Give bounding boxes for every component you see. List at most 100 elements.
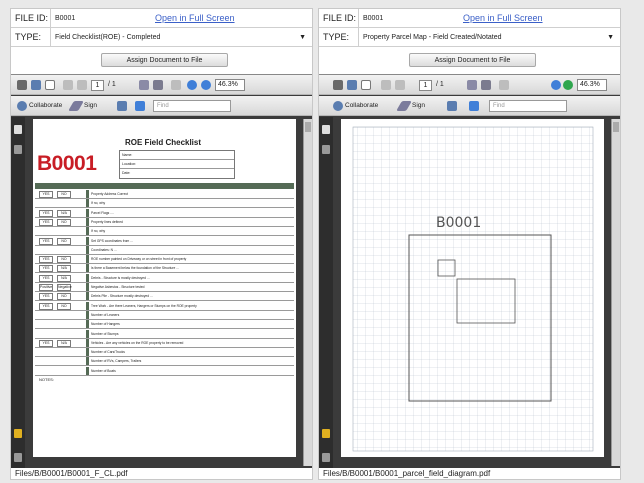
pdf-toolbar-bottom: Collaborate Sign Find xyxy=(319,96,620,116)
print-icon[interactable] xyxy=(17,80,27,90)
select-tool-icon[interactable] xyxy=(139,80,149,90)
table-row: YES NO Property lines defined xyxy=(35,217,294,227)
scrollbar-thumb[interactable] xyxy=(305,122,311,132)
page-number-input[interactable]: 1 xyxy=(91,80,104,91)
previous-page-icon[interactable] xyxy=(381,80,391,90)
fit-page-icon[interactable] xyxy=(469,101,479,111)
row-text: ROE number painted on Driveway or on str… xyxy=(91,257,187,262)
next-page-icon[interactable] xyxy=(395,80,405,90)
comments-icon[interactable] xyxy=(322,429,330,438)
no-option: N/A xyxy=(57,274,71,282)
print-icon[interactable] xyxy=(333,80,343,90)
checklist-grid-header xyxy=(35,183,294,189)
row-separator xyxy=(86,301,89,310)
marquee-zoom-icon[interactable] xyxy=(171,80,181,90)
collaborate-icon[interactable] xyxy=(17,101,27,111)
open-full-screen-link[interactable]: Open in Full Screen xyxy=(463,13,543,23)
scrollbar-thumb[interactable] xyxy=(613,122,619,132)
attachments-icon[interactable] xyxy=(14,145,22,154)
handwritten-parcel-id: B0001 xyxy=(436,215,481,231)
page-total: / 1 xyxy=(108,81,116,88)
table-row: Coordinates: N ... xyxy=(35,245,294,255)
no-option: NO xyxy=(57,218,71,226)
assign-document-button[interactable]: Assign Document to File xyxy=(101,53,228,67)
row-text: Number of RVs, Campers, Trailers xyxy=(91,359,142,364)
row-text: If no, why xyxy=(91,201,106,206)
type-row: TYPE: Field Checklist(ROE) - Completed ▼ xyxy=(11,28,312,47)
row-text: Property lines defined xyxy=(91,219,123,224)
row-text: Coordinates: N ... xyxy=(91,247,117,252)
table-row: Number of Stumps xyxy=(35,329,294,339)
checklist-title: ROE Field Checklist xyxy=(125,138,202,147)
vertical-scrollbar[interactable] xyxy=(303,119,312,466)
zoom-out-icon[interactable] xyxy=(551,80,561,90)
page-number-input[interactable]: 1 xyxy=(419,80,432,91)
row-text: Debris - Structure is mostly destroyed .… xyxy=(91,275,150,280)
save-copy-icon[interactable] xyxy=(447,101,457,111)
dropdown-caret-icon[interactable]: ▼ xyxy=(299,34,306,41)
pdf-sidebar xyxy=(11,117,25,468)
sign-pen-icon[interactable] xyxy=(396,101,412,111)
page-total: / 1 xyxy=(436,81,444,88)
collaborate-menu[interactable]: Collaborate xyxy=(29,102,62,109)
type-label: TYPE: xyxy=(319,28,359,46)
zoom-out-icon[interactable] xyxy=(187,80,197,90)
type-select[interactable]: Property Parcel Map - Field Created/Nota… xyxy=(359,28,620,46)
no-option: NO xyxy=(57,302,71,310)
row-text: Number of Boats xyxy=(91,368,116,373)
paperclip-icon[interactable] xyxy=(14,453,22,462)
marquee-zoom-icon[interactable] xyxy=(499,80,509,90)
attachments-icon[interactable] xyxy=(322,145,330,154)
sign-menu[interactable]: Sign xyxy=(412,102,425,109)
email-icon[interactable] xyxy=(361,80,371,90)
dropdown-caret-icon[interactable]: ▼ xyxy=(607,34,614,41)
sign-menu[interactable]: Sign xyxy=(84,102,97,109)
open-full-screen-link[interactable]: Open in Full Screen xyxy=(155,13,235,23)
type-row: TYPE: Property Parcel Map - Field Create… xyxy=(319,28,620,47)
table-row: YES N/A Debris - Structure is mostly destr… xyxy=(35,273,294,283)
zoom-level-select[interactable]: 46.3% xyxy=(577,79,607,91)
table-row: YES NO Set GPS coordinates from ... xyxy=(35,236,294,246)
assign-document-button[interactable]: Assign Document to File xyxy=(409,53,536,67)
zoom-level-select[interactable]: 46.3% xyxy=(215,79,245,91)
no-option: Negative xyxy=(57,284,72,291)
row-text: Number of Leaners xyxy=(91,312,120,317)
sign-pen-icon[interactable] xyxy=(68,101,84,111)
paperclip-icon[interactable] xyxy=(322,453,330,462)
email-icon[interactable] xyxy=(45,80,55,90)
yes-option: YES xyxy=(39,302,53,310)
next-page-icon[interactable] xyxy=(77,80,87,90)
row-separator xyxy=(86,310,89,319)
table-row: YES N/A Vehicles - Are any vehicles on the… xyxy=(35,338,294,348)
vertical-scrollbar[interactable] xyxy=(611,119,620,466)
find-input[interactable]: Find xyxy=(489,100,567,112)
type-select[interactable]: Field Checklist(ROE) - Completed xyxy=(51,28,312,46)
hand-tool-icon[interactable] xyxy=(153,80,163,90)
table-row: If no, why xyxy=(35,227,294,237)
no-option: NO xyxy=(57,237,71,245)
checklist-id: B0001 xyxy=(37,152,97,175)
row-separator xyxy=(86,320,89,329)
row-separator xyxy=(86,273,89,282)
previous-page-icon[interactable] xyxy=(63,80,73,90)
yes-option: YES xyxy=(39,218,53,226)
collaborate-menu[interactable]: Collaborate xyxy=(345,102,378,109)
save-icon[interactable] xyxy=(31,80,41,90)
yes-option: YES xyxy=(39,265,53,273)
pages-panel-icon[interactable] xyxy=(322,125,330,134)
zoom-in-icon[interactable] xyxy=(201,80,211,90)
collaborate-icon[interactable] xyxy=(333,101,343,111)
row-separator xyxy=(86,199,89,208)
fit-page-icon[interactable] xyxy=(135,101,145,111)
save-copy-icon[interactable] xyxy=(117,101,127,111)
table-row: Number of Cars/Trucks xyxy=(35,348,294,358)
save-icon[interactable] xyxy=(347,80,357,90)
zoom-in-icon[interactable] xyxy=(563,80,573,90)
pages-panel-icon[interactable] xyxy=(14,125,22,134)
table-row: YES NO ROE number painted on Driveway or o… xyxy=(35,255,294,265)
comments-icon[interactable] xyxy=(14,429,22,438)
hand-tool-icon[interactable] xyxy=(481,80,491,90)
find-input[interactable]: Find xyxy=(153,100,231,112)
select-tool-icon[interactable] xyxy=(467,80,477,90)
pdf-viewer: 1 / 1 46.3% Collaborate Sign Find ROE Fi… xyxy=(11,74,312,468)
